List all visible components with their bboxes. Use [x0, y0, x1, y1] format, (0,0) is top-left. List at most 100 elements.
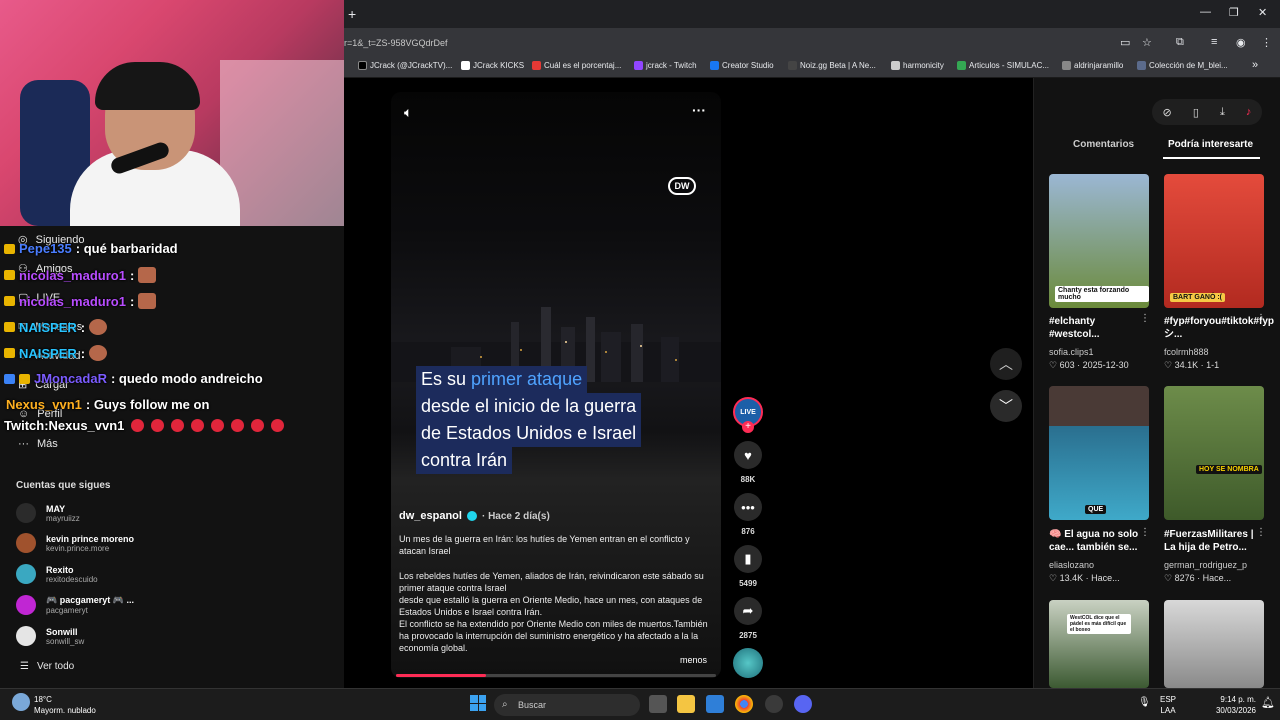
- sidebar-item-more[interactable]: ··· Más: [18, 438, 58, 450]
- new-tab-button[interactable]: +: [348, 6, 356, 22]
- chrome-icon[interactable]: [735, 695, 753, 713]
- bookmark-item[interactable]: Noiz.gg Beta | A Ne...: [788, 61, 876, 70]
- tab-suggested[interactable]: Podría interesarte: [1168, 139, 1253, 150]
- bookmark-item[interactable]: Articulos - SIMULAC...: [957, 61, 1049, 70]
- save-action[interactable]: ▮ 5499: [733, 545, 763, 588]
- comment-icon: •••: [734, 493, 762, 521]
- microphone-icon[interactable]: 🎙︎: [1138, 697, 1151, 708]
- chat-message: nicolas_maduro1:: [4, 293, 157, 309]
- suggested-title[interactable]: #fyp#foryou#tiktok#fyp シ...: [1164, 315, 1274, 341]
- share-icon: ➦: [734, 597, 762, 625]
- video-options-icon[interactable]: ···: [692, 102, 706, 118]
- emote-icon: [89, 345, 108, 361]
- profile-icon[interactable]: ◉: [1236, 36, 1246, 49]
- suggested-thumbnail[interactable]: QUE: [1049, 386, 1149, 520]
- volume-icon[interactable]: 🔈︎: [404, 104, 412, 121]
- author-name[interactable]: dw_espanol: [399, 510, 462, 522]
- more-options-icon[interactable]: ⋮: [1256, 313, 1266, 324]
- suggested-title[interactable]: #FuerzasMilitares | La hija de Petro...: [1164, 528, 1256, 554]
- suggested-thumbnail[interactable]: Chanty esta forzando mucho: [1049, 174, 1149, 308]
- menu-icon[interactable]: ⋮: [1261, 36, 1272, 49]
- follow-plus-icon[interactable]: +: [742, 421, 754, 433]
- verified-icon: [466, 511, 477, 521]
- video-progress-bar[interactable]: [396, 674, 716, 677]
- avatar: [16, 533, 36, 553]
- mail-icon[interactable]: [706, 695, 724, 713]
- music-disc-icon[interactable]: [733, 648, 763, 678]
- avatar: [16, 626, 36, 646]
- tab-comments[interactable]: Comentarios: [1073, 139, 1134, 150]
- followed-account[interactable]: Rexito rexitodescuido: [16, 564, 98, 584]
- bookmark-item[interactable]: Cuál es el porcentaj...: [532, 61, 621, 70]
- bookmark-item[interactable]: harmonicity: [891, 61, 944, 70]
- weather-icon[interactable]: [12, 693, 30, 711]
- weather-widget[interactable]: 18°C Mayorm. nublado: [34, 694, 96, 716]
- bookmark-item[interactable]: JCrack KICKS: [461, 61, 524, 70]
- like-action[interactable]: ♥ 88K: [733, 441, 763, 484]
- bookmark-item[interactable]: Creator Studio: [710, 61, 774, 70]
- followed-account[interactable]: MAY mayruiizz: [16, 503, 80, 523]
- suggested-thumbnail[interactable]: BART GANÓ :(: [1164, 174, 1264, 308]
- download-icon[interactable]: ⤓: [1220, 106, 1225, 119]
- cast-icon[interactable]: ▭: [1120, 36, 1130, 49]
- more-options-icon[interactable]: ⋮: [1140, 313, 1150, 324]
- minimize-button[interactable]: —: [1200, 6, 1211, 18]
- notifications-icon[interactable]: 🔔︎: [1261, 696, 1275, 709]
- next-video-button[interactable]: ﹀: [990, 390, 1022, 422]
- followed-account[interactable]: 🎮 pacgameryt 🎮 ... pacgameryt: [16, 595, 134, 615]
- bookmarks-overflow[interactable]: »: [1252, 59, 1258, 71]
- followed-account[interactable]: Sonwill sonwill_sw: [16, 626, 84, 646]
- bookmark-item[interactable]: JCrack (@JCrackTV)...: [358, 61, 452, 70]
- extensions-icon[interactable]: ⧉: [1176, 36, 1184, 49]
- task-view-icon[interactable]: [649, 695, 667, 713]
- close-button[interactable]: ✕: [1258, 6, 1267, 19]
- show-less-link[interactable]: menos: [680, 655, 707, 665]
- previous-video-button[interactable]: ︿: [990, 348, 1022, 380]
- suggested-stats: ♡ 603 · 2025-12-30: [1049, 360, 1129, 370]
- share-action[interactable]: ➦ 2875: [733, 597, 763, 640]
- comment-action[interactable]: ••• 876: [733, 493, 763, 536]
- chat-message: Nexus_vvn1: Guys follow me on: [6, 397, 210, 412]
- emote-icon: [138, 293, 157, 309]
- list-icon: ☰: [20, 661, 29, 672]
- suggested-thumbnail[interactable]: HOY SE NOMBRA: [1164, 386, 1264, 520]
- suggested-user[interactable]: fcolrmh888: [1164, 347, 1209, 357]
- bookmark-star-icon[interactable]: ☆: [1142, 36, 1152, 49]
- maximize-button[interactable]: ❐: [1229, 6, 1239, 19]
- more-options-icon[interactable]: ⋮: [1256, 527, 1266, 538]
- device-icon[interactable]: ▯: [1193, 106, 1199, 119]
- bookmark-item[interactable]: Colección de M_blei...: [1137, 61, 1228, 70]
- bookmark-item[interactable]: jcrack - Twitch: [634, 61, 697, 70]
- suggested-user[interactable]: sofia.clips1: [1049, 347, 1094, 357]
- address-bar[interactable]: r=1&_t=ZS-958VGQdrDef: [344, 38, 448, 48]
- suggested-thumbnail[interactable]: [1164, 600, 1264, 688]
- emote-icon: [138, 267, 157, 283]
- suggested-user[interactable]: german_rodriguez_p: [1164, 560, 1247, 570]
- chat-message: NAISPER:: [4, 345, 108, 361]
- start-icon[interactable]: [470, 695, 486, 711]
- taskbar-search[interactable]: ⌕ Buscar: [494, 694, 640, 716]
- system-clock[interactable]: 9:14 p. m. 30/03/2026: [1196, 694, 1256, 716]
- bookmark-item[interactable]: aldrinjaramillo: [1062, 61, 1123, 70]
- streamer-webcam: [0, 0, 344, 226]
- chat-message: Pepe135: qué barbaridad: [4, 241, 178, 256]
- suggested-user[interactable]: eliaslozano: [1049, 560, 1094, 570]
- see-all-following[interactable]: ☰ Ver todo: [20, 661, 74, 672]
- tiktok-icon[interactable]: ♪: [1246, 106, 1252, 118]
- video-title: Un mes de la guerra en Irán: los hutíes …: [399, 534, 690, 556]
- following-section-title: Cuentas que sigues: [16, 480, 111, 491]
- emote-icon: [89, 319, 108, 335]
- chat-message: NAISPER:: [4, 319, 108, 335]
- media-icon[interactable]: ≡: [1211, 36, 1217, 48]
- followed-account[interactable]: kevin prince moreno kevin.prince.more: [16, 533, 134, 553]
- avatar: [16, 564, 36, 584]
- suggested-thumbnail[interactable]: WestCOL dice que el pádel es más difícil…: [1049, 600, 1149, 688]
- compass-icon[interactable]: ⊘: [1163, 106, 1172, 119]
- file-explorer-icon[interactable]: [677, 695, 695, 713]
- suggested-title[interactable]: 🧠 El agua no solo cae... también se...: [1049, 528, 1141, 554]
- more-options-icon[interactable]: ⋮: [1140, 527, 1150, 538]
- obs-icon[interactable]: [765, 695, 783, 713]
- language-indicator[interactable]: ESP LAA: [1160, 694, 1176, 716]
- suggested-title[interactable]: #elchanty #westcol...: [1049, 315, 1141, 341]
- discord-icon[interactable]: [794, 695, 812, 713]
